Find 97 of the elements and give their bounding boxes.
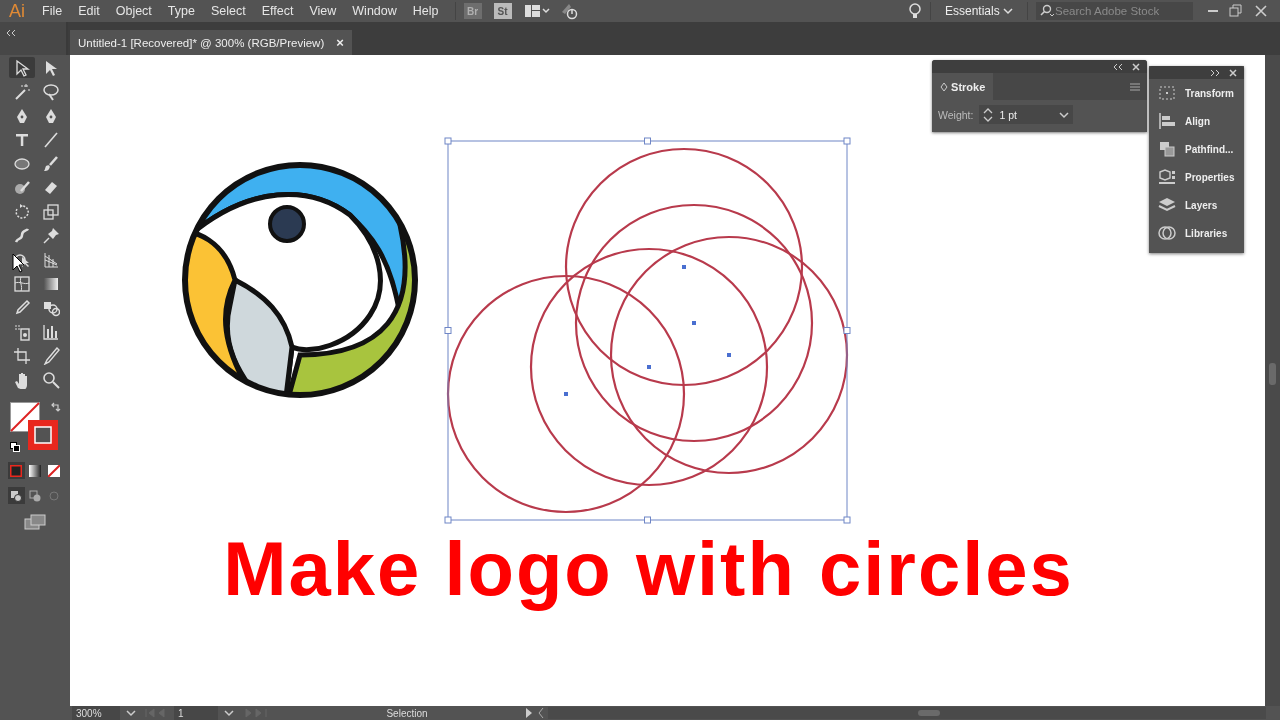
circle-shape[interactable] xyxy=(446,274,686,514)
toggle-icon xyxy=(940,81,948,92)
swap-icon[interactable] xyxy=(50,402,62,414)
brush-icon xyxy=(41,154,60,173)
tab-close[interactable]: × xyxy=(336,35,344,50)
center-point xyxy=(647,365,651,369)
selection-handle[interactable] xyxy=(644,516,651,524)
overlap-icon xyxy=(29,489,41,502)
vertical-scrollbar[interactable] xyxy=(1265,55,1280,706)
weight-label: Weight: xyxy=(938,108,974,121)
color-mode-button[interactable] xyxy=(45,462,63,479)
menu-item[interactable]: Edit xyxy=(70,4,108,18)
document-tab[interactable]: Untitled-1 [Recovered]* @ 300% (RGB/Preview) × xyxy=(70,30,352,55)
panel-button[interactable]: Align xyxy=(1149,107,1244,135)
menu-item[interactable]: File xyxy=(34,4,71,18)
workspace-switcher[interactable]: Essentials xyxy=(938,4,1019,18)
collapse-icon[interactable] xyxy=(6,29,16,37)
align-icon xyxy=(1157,112,1177,130)
default-colors-icon[interactable] xyxy=(10,442,20,452)
close-icon[interactable] xyxy=(1131,61,1141,72)
screen-mode-icon[interactable] xyxy=(24,514,46,530)
panel-tab[interactable]: Stroke xyxy=(932,73,994,100)
menu-item[interactable]: Effect xyxy=(253,4,302,18)
mouse-cursor-icon xyxy=(12,253,26,273)
selection-handle[interactable] xyxy=(843,516,851,524)
artboard-icon xyxy=(12,346,31,365)
zoom-field[interactable]: 300% xyxy=(72,706,120,720)
color-mode-button[interactable] xyxy=(7,462,25,479)
panel-button[interactable]: Layers xyxy=(1149,191,1244,219)
panel-button[interactable]: Libraries xyxy=(1149,219,1244,247)
grid-icon xyxy=(41,250,60,269)
sync-icon[interactable] xyxy=(559,2,578,20)
selection-handle[interactable] xyxy=(444,516,452,524)
search-icon[interactable] xyxy=(1036,2,1055,20)
menu-item[interactable]: Window xyxy=(344,4,405,18)
cloud-icon xyxy=(1157,224,1177,242)
selection-handle[interactable] xyxy=(843,327,851,334)
circle-shape[interactable] xyxy=(574,203,814,443)
scale-icon xyxy=(41,202,60,221)
overlap-icon xyxy=(10,489,22,502)
panel-button[interactable]: Properties xyxy=(1149,163,1244,191)
center-point xyxy=(682,265,686,269)
circle-shape[interactable] xyxy=(529,247,769,487)
line-icon xyxy=(41,130,60,149)
stroke-swatch[interactable] xyxy=(28,420,58,450)
expand-icon[interactable] xyxy=(1210,68,1220,77)
color-mode-button[interactable] xyxy=(26,462,44,479)
app-button[interactable]: St xyxy=(493,3,512,19)
draw-mode-button[interactable] xyxy=(7,487,25,504)
chevron-down-icon xyxy=(1003,7,1013,15)
menu-item[interactable]: View xyxy=(301,4,345,18)
close-icon[interactable] xyxy=(1228,67,1238,78)
circle-icon xyxy=(48,489,60,502)
none-icon xyxy=(48,464,60,477)
menu-item[interactable]: Select xyxy=(202,4,254,18)
scroll-left-icon[interactable] xyxy=(536,707,546,719)
rotate-icon xyxy=(12,202,31,221)
lasso-icon xyxy=(41,82,60,101)
artboard-field[interactable]: 1 xyxy=(174,706,218,720)
bar-graph-icon xyxy=(41,322,60,341)
current-tool-label: Selection xyxy=(385,707,429,719)
lightbulb-icon[interactable] xyxy=(907,2,922,20)
color-icon xyxy=(10,464,22,477)
collapse-icon[interactable] xyxy=(1113,62,1123,71)
tool-button[interactable] xyxy=(8,57,35,78)
weight-field[interactable]: 1 pt xyxy=(979,105,1074,124)
title-text: Make logo with circles xyxy=(222,525,1075,612)
layers-icon xyxy=(1157,196,1177,214)
document-title: Untitled-1 [Recovered]* @ 300% (RGB/Preview) xyxy=(78,36,325,49)
pin-icon xyxy=(41,226,60,245)
circle-shape[interactable] xyxy=(609,235,849,475)
properties-icon xyxy=(1157,168,1177,186)
selection-handle[interactable] xyxy=(444,137,452,145)
app-logo: Ai xyxy=(8,0,26,22)
layout-icon[interactable] xyxy=(523,4,550,18)
gradient-icon xyxy=(29,464,41,477)
warp-icon xyxy=(12,226,31,245)
center-point xyxy=(727,353,731,357)
search-field[interactable]: Search Adobe Stock xyxy=(1055,2,1193,20)
selection-handle[interactable] xyxy=(644,137,651,145)
panel-button[interactable]: Pathfind... xyxy=(1149,135,1244,163)
selection-handle[interactable] xyxy=(843,137,851,145)
menu-item[interactable]: Object xyxy=(107,4,160,18)
selection-handle[interactable] xyxy=(444,327,452,334)
sprayer-icon xyxy=(12,322,31,341)
panel-button[interactable]: Transform xyxy=(1149,79,1244,107)
center-point xyxy=(564,392,568,396)
menu-item[interactable]: Help xyxy=(404,4,447,18)
circle-shape[interactable] xyxy=(564,147,804,387)
pathfinder-icon xyxy=(1157,140,1177,158)
center-point xyxy=(692,321,696,325)
zoom-icon xyxy=(41,370,60,389)
transform-icon xyxy=(1157,84,1177,102)
play-icon[interactable] xyxy=(524,707,534,719)
mesh-icon xyxy=(12,274,31,293)
horizontal-scrollbar[interactable] xyxy=(548,707,1266,719)
menu-item[interactable]: Type xyxy=(159,4,203,18)
